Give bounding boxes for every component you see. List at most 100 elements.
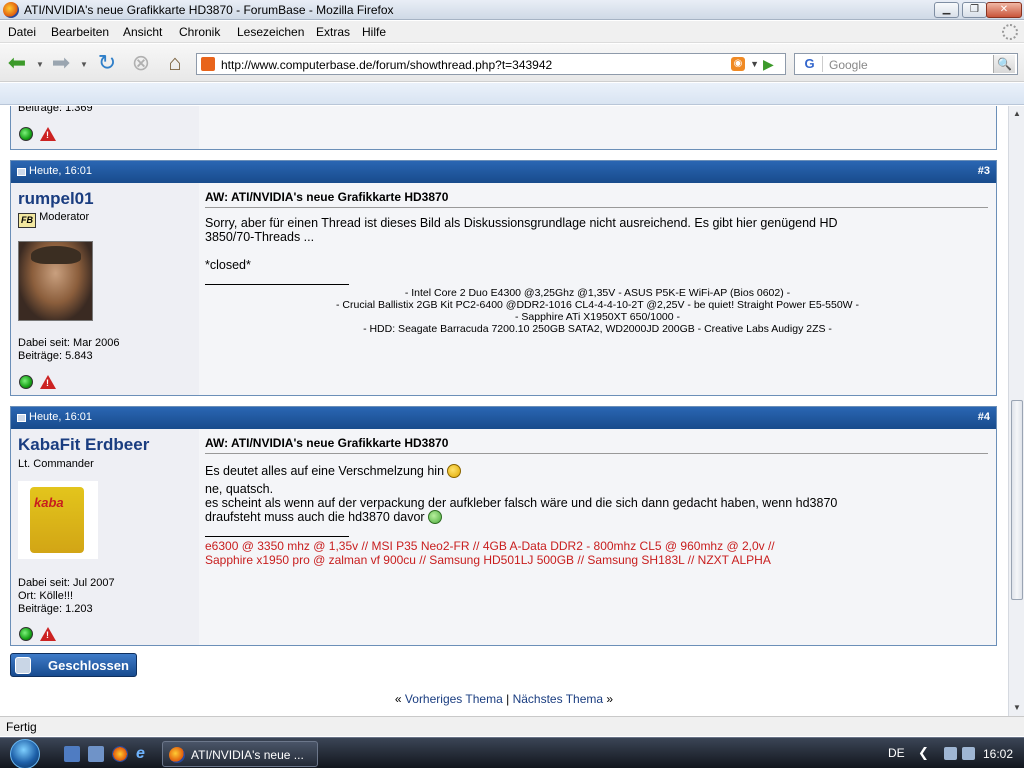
grin-smiley-icon <box>427 510 442 524</box>
status-bar: Fertig <box>0 716 1024 736</box>
volume-icon[interactable] <box>962 747 975 760</box>
search-engine-google-icon[interactable]: G <box>797 56 823 72</box>
network-icon[interactable] <box>944 747 957 760</box>
previous-thread-link[interactable]: Vorheriges Thema <box>405 692 503 706</box>
scroll-up-icon[interactable]: ▲ <box>1009 106 1024 122</box>
start-button[interactable] <box>2 738 48 768</box>
post-body: AW: ATI/NVIDIA's neue Grafikkarte HD3870… <box>199 183 996 395</box>
signature-line: - Sapphire ATi X1950XT 650/1000 - <box>515 311 680 323</box>
home-icon[interactable]: ⌂ <box>162 50 188 76</box>
post-number-link[interactable]: #3 <box>978 165 990 177</box>
back-history-dropdown-icon[interactable]: ▼ <box>36 60 44 69</box>
next-thread-link[interactable]: Nächstes Thema <box>513 692 604 706</box>
close-button[interactable]: ✕ <box>986 2 1022 18</box>
taskbar-firefox-task[interactable]: ATI/NVIDIA's neue ... <box>162 741 318 767</box>
minimize-button[interactable]: ▁ <box>934 2 959 18</box>
show-hidden-icons-icon[interactable]: ❮ <box>918 745 929 761</box>
username-link[interactable]: KabaFit Erdbeer <box>18 435 149 455</box>
signature-line: - HDD: Seagate Barracuda 7200.10 250GB S… <box>363 323 832 335</box>
report-warning-icon[interactable] <box>40 375 56 389</box>
post-title: AW: ATI/NVIDIA's neue Grafikkarte HD3870 <box>205 436 449 450</box>
username-link[interactable]: rumpel01 <box>18 189 94 209</box>
thread-closed-button[interactable]: Geschlossen <box>10 653 137 677</box>
search-placeholder[interactable]: Google <box>829 58 868 72</box>
post-4: Heute, 16:01 #4 KabaFit Erdbeer Lt. Comm… <box>10 406 997 646</box>
post-3: Heute, 16:01 #3 rumpel01 FB Moderator Da… <box>10 160 997 396</box>
user-avatar <box>18 241 93 321</box>
post-body: AW: ATI/NVIDIA's neue Grafikkarte HD3870… <box>199 429 996 645</box>
clock[interactable]: 16:02 <box>983 747 1013 761</box>
menu-extras[interactable]: Extras <box>316 25 350 39</box>
post-icon <box>17 168 26 176</box>
report-warning-icon[interactable] <box>40 627 56 641</box>
join-date: Dabei seit: Jul 2007 <box>18 577 115 589</box>
post-text-line: Es deutet alles auf eine Verschmelzung h… <box>205 464 462 478</box>
language-indicator[interactable]: DE <box>888 746 905 760</box>
thread-closed-label: Geschlossen <box>48 658 129 673</box>
vertical-scrollbar[interactable]: ▲ ▼ <box>1008 106 1024 716</box>
user-avatar: kaba <box>18 481 98 559</box>
post-text-line: Sorry, aber für einen Thread ist dieses … <box>205 216 838 230</box>
status-text: Fertig <box>6 720 37 734</box>
post-text-line: draufsteht muss auch die hd3870 davor <box>205 510 442 524</box>
show-desktop-icon[interactable] <box>64 746 80 762</box>
online-status-icon <box>19 627 33 641</box>
window-title: ATI/NVIDIA's neue Grafikkarte HD3870 - F… <box>24 3 394 17</box>
forward-history-dropdown-icon[interactable]: ▼ <box>80 60 88 69</box>
post-count: Beiträge: 1.203 <box>18 603 93 615</box>
firefox-quicklaunch-icon[interactable] <box>112 746 128 762</box>
back-arrow-icon[interactable]: ⬅ <box>4 50 30 76</box>
menu-chronik[interactable]: Chronik <box>179 25 220 39</box>
report-warning-icon[interactable] <box>40 127 56 141</box>
internet-explorer-icon[interactable]: e <box>136 746 152 762</box>
post-text-line: *closed* <box>205 258 251 272</box>
activity-throbber-icon <box>1002 24 1018 40</box>
scrollbar-thumb[interactable] <box>1011 400 1023 600</box>
post-number-link[interactable]: #4 <box>978 411 990 423</box>
next-arrow: » <box>606 692 614 706</box>
system-tray: DE ❮ 16:02 <box>880 738 1024 768</box>
moderator-badge-icon: FB <box>18 213 36 228</box>
forward-arrow-icon[interactable]: ➡ <box>48 50 74 76</box>
menu-ansicht[interactable]: Ansicht <box>123 25 162 39</box>
user-location: Ort: Kölle!!! <box>18 590 74 602</box>
bookmarks-toolbar <box>0 83 1024 105</box>
prev-arrow: « <box>394 692 402 706</box>
page-content: Beiträge: 1.369 Heute, 16:01 #3 rumpel01… <box>0 106 1008 716</box>
menu-datei[interactable]: Datei <box>8 25 36 39</box>
stop-icon[interactable]: ⊗ <box>128 50 154 76</box>
url-bar[interactable]: http://www.computerbase.de/forum/showthr… <box>196 53 786 75</box>
post-count: Beiträge: 5.843 <box>18 350 93 362</box>
post-date: Heute, 16:01 <box>29 411 92 423</box>
title-divider <box>205 453 988 454</box>
menu-hilfe[interactable]: Hilfe <box>362 25 386 39</box>
signature-line: - Crucial Ballistix 2GB Kit PC2-6400 @DD… <box>335 299 859 311</box>
post-previous: Beiträge: 1.369 <box>10 106 997 150</box>
search-box[interactable]: G Google 🔍 <box>794 53 1018 75</box>
devil-smiley-icon <box>447 464 462 478</box>
post-header: Heute, 16:01 #4 <box>11 407 996 429</box>
scroll-down-icon[interactable]: ▼ <box>1009 700 1024 716</box>
switch-windows-icon[interactable] <box>88 746 104 762</box>
maximize-button[interactable]: ❐ <box>962 2 987 18</box>
thread-navigation: « Vorheriges Thema | Nächstes Thema » <box>0 692 1008 706</box>
post-text-segment: draufsteht muss auch die hd3870 davor <box>205 510 425 524</box>
post-userinfo: rumpel01 FB Moderator Dabei seit: Mar 20… <box>11 183 199 395</box>
site-favicon-icon <box>201 57 215 71</box>
post-icon <box>17 414 26 422</box>
menu-lesezeichen[interactable]: Lesezeichen <box>237 25 304 39</box>
url-history-dropdown-icon[interactable]: ▼ <box>750 59 759 69</box>
go-arrow-icon[interactable]: ▶ <box>763 56 781 72</box>
post-date: Heute, 16:01 <box>29 165 92 177</box>
search-magnifier-icon[interactable]: 🔍 <box>993 55 1015 73</box>
post-header: Heute, 16:01 #3 <box>11 161 996 183</box>
rss-feed-icon[interactable]: ◉ <box>731 57 745 71</box>
menu-bearbeiten[interactable]: Bearbeiten <box>51 25 109 39</box>
online-status-icon <box>19 127 33 141</box>
firefox-icon <box>3 2 19 18</box>
reload-icon[interactable]: ↻ <box>94 50 120 76</box>
post-text-line: es scheint als wenn auf der verpackung d… <box>205 496 838 510</box>
url-text[interactable]: http://www.computerbase.de/forum/showthr… <box>221 58 552 72</box>
online-status-icon <box>19 375 33 389</box>
post-text-line: ne, quatsch. <box>205 482 274 496</box>
